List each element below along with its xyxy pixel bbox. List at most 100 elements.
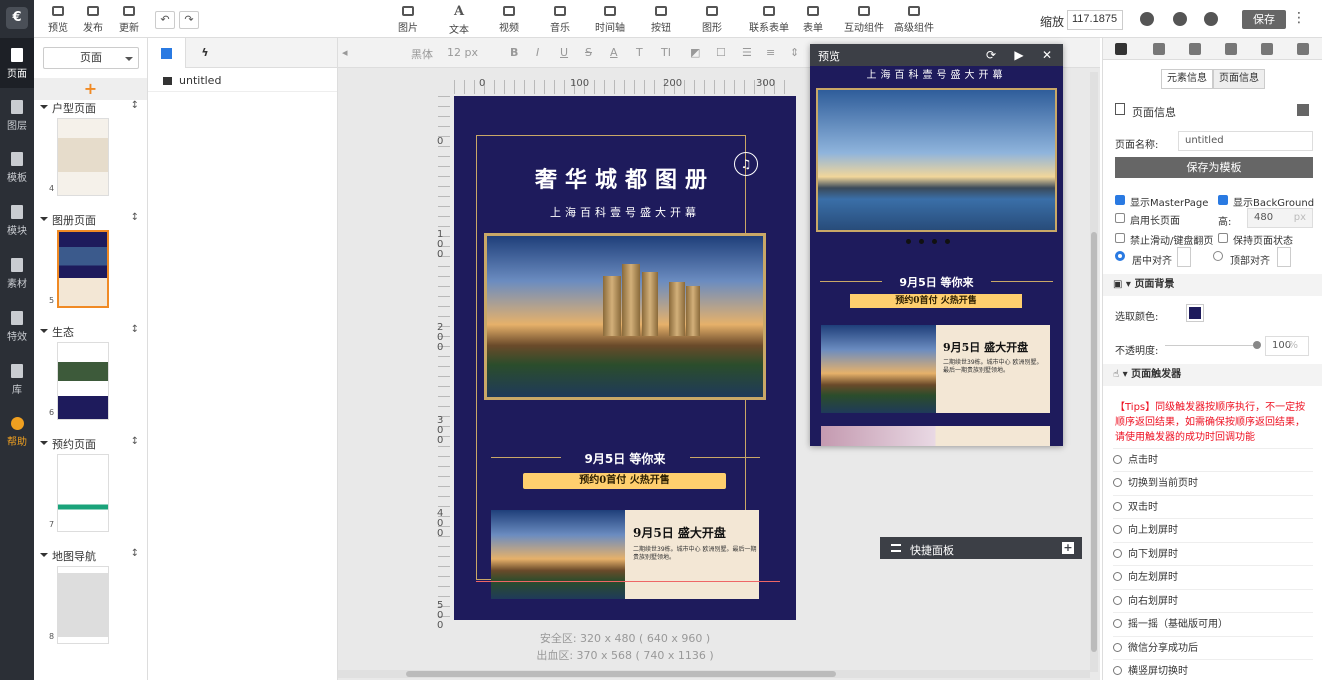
drag-handle-icon[interactable]: ↕: [131, 324, 139, 335]
close-icon[interactable]: ✕: [1041, 49, 1053, 61]
tab-element-info[interactable]: 元素信息: [1161, 69, 1213, 89]
tab-page-info[interactable]: 页面信息: [1213, 69, 1265, 89]
undo-button[interactable]: ↶: [155, 11, 175, 29]
trigger-item[interactable]: 切换到当前页时: [1113, 471, 1313, 494]
save-button[interactable]: 保存: [1242, 10, 1286, 29]
insert-music-button[interactable]: 音乐: [540, 4, 580, 34]
dot[interactable]: [919, 239, 924, 244]
date-heading[interactable]: 9月5日 等你来: [454, 450, 796, 467]
text-size-button[interactable]: TI: [661, 46, 671, 59]
page-type-select[interactable]: 页面: [43, 47, 139, 69]
show-master-checkbox[interactable]: [1115, 195, 1125, 205]
poster-page[interactable]: 奢华城都图册 ♫ 上海百科壹号盛大开幕 9月5日 等你来 预约0首付 火热开售 …: [454, 96, 796, 620]
insert-button-button[interactable]: 按钮: [641, 4, 681, 34]
align-center-icon[interactable]: ≡: [766, 46, 775, 59]
text-transform-button[interactable]: T: [636, 46, 643, 59]
page-thumbnail[interactable]: [57, 454, 109, 532]
paint-icon[interactable]: ◩: [690, 46, 700, 59]
pencil-icon[interactable]: [1153, 43, 1165, 55]
center-align-radio[interactable]: [1115, 251, 1125, 261]
page-name-input[interactable]: untitled: [1178, 131, 1313, 151]
rail-item-assets[interactable]: 素材: [0, 248, 34, 298]
interactive-components-button[interactable]: 互动组件: [840, 4, 888, 34]
publish-button[interactable]: 发布: [73, 4, 113, 34]
city-photo[interactable]: [484, 233, 766, 400]
insert-shape-button[interactable]: 图形: [692, 4, 732, 34]
insert-form-button[interactable]: 表单: [793, 4, 833, 34]
insert-text-button[interactable]: A 文本: [439, 4, 479, 36]
document-icon[interactable]: [1261, 43, 1273, 55]
preview-titlebar[interactable]: 预览 ⟳ ▶ ✕: [810, 44, 1063, 66]
page-background-section[interactable]: ▣ ▾ 页面背景: [1103, 274, 1322, 296]
font-icon[interactable]: [1189, 43, 1201, 55]
page-group-title[interactable]: 预约页面: [40, 436, 96, 452]
gear-icon[interactable]: [1115, 43, 1127, 55]
tab-actions[interactable]: ϟ: [186, 38, 224, 68]
add-page-button[interactable]: +: [34, 78, 147, 100]
height-input[interactable]: 480 px: [1247, 208, 1313, 228]
update-button[interactable]: 更新: [109, 4, 149, 34]
page-group-title[interactable]: 图册页面: [40, 212, 96, 228]
advanced-components-button[interactable]: 高级组件: [890, 4, 938, 34]
trigger-item[interactable]: 向右划屏时: [1113, 589, 1313, 612]
horizontal-scrollbar[interactable]: [338, 670, 1090, 678]
preview-button[interactable]: 预览: [38, 4, 78, 34]
drag-handle-icon[interactable]: ↕: [131, 212, 139, 223]
preview-slider-photo[interactable]: [816, 88, 1057, 232]
rail-item-library[interactable]: 库: [0, 354, 34, 404]
insert-timeline-button[interactable]: 时间轴: [590, 4, 630, 34]
disable-swipe-checkbox[interactable]: [1115, 233, 1125, 243]
italic-button[interactable]: I: [536, 46, 539, 59]
trigger-item[interactable]: 横竖屏切换时: [1113, 659, 1313, 680]
more-vertical-icon[interactable]: ⋮: [1292, 10, 1306, 26]
page-thumbnail-selected[interactable]: [57, 230, 109, 308]
save-as-template-button[interactable]: 保存为模板: [1115, 157, 1313, 178]
page-group-title[interactable]: 地图导航: [40, 548, 96, 564]
show-background-checkbox[interactable]: [1218, 195, 1228, 205]
drag-handle-icon[interactable]: ↕: [131, 548, 139, 559]
trigger-item[interactable]: 微信分享成功后: [1113, 636, 1313, 659]
align-icon[interactable]: ☰: [742, 46, 752, 59]
refresh-icon[interactable]: ⟳: [985, 49, 997, 61]
underline-button[interactable]: U: [560, 46, 568, 59]
trigger-item[interactable]: 点击时: [1113, 448, 1313, 471]
rail-item-layers[interactable]: 图层: [0, 90, 34, 140]
collapse-left-icon[interactable]: ◂: [342, 46, 348, 59]
vertical-scrollbar[interactable]: [1090, 72, 1098, 672]
insert-image-button[interactable]: 图片: [388, 4, 428, 34]
collapse-icon[interactable]: [1297, 104, 1309, 116]
trigger-item[interactable]: 摇一摇（基础版可用）: [1113, 612, 1313, 635]
trigger-item[interactable]: 向左划屏时: [1113, 565, 1313, 588]
rail-item-help[interactable]: 帮助: [0, 407, 34, 457]
redo-button[interactable]: ↷: [179, 11, 199, 29]
keep-state-checkbox[interactable]: [1218, 233, 1228, 243]
long-page-checkbox[interactable]: [1115, 213, 1125, 223]
rail-item-pages[interactable]: 页面: [0, 38, 34, 88]
page-group-title[interactable]: 户型页面: [40, 100, 96, 116]
top-align-radio[interactable]: [1213, 251, 1223, 261]
page-thumbnail[interactable]: [57, 566, 109, 644]
dot[interactable]: [932, 239, 937, 244]
promo-banner[interactable]: 预约0首付 火热开售: [523, 473, 726, 489]
font-family-select[interactable]: 黑体: [411, 46, 433, 62]
slider-dots[interactable]: [906, 234, 966, 244]
insert-contact-form-button[interactable]: 联系表单: [740, 4, 798, 34]
opacity-slider-track[interactable]: [1165, 345, 1257, 346]
preview-window[interactable]: 预览 ⟳ ▶ ✕ 上海百科壹号盛大开幕 9月5日 等你来 预约0首付 火热开售 …: [810, 44, 1063, 446]
dot[interactable]: [906, 239, 911, 244]
music-note-icon[interactable]: ♫: [734, 152, 758, 176]
scroll-thumb[interactable]: [1091, 232, 1097, 652]
opacity-input[interactable]: 100%: [1265, 336, 1309, 356]
zoom-input[interactable]: 117.1875: [1067, 10, 1123, 30]
tab-layers[interactable]: [148, 38, 186, 68]
line-height-icon[interactable]: ⇕: [790, 46, 799, 59]
opening-card[interactable]: 9月5日 盛大开盘 二期续世39栋。城市中心 欧洲别墅。最后一期贵族别墅领地。: [491, 510, 759, 599]
play-icon[interactable]: ▶: [1013, 49, 1025, 61]
send-icon[interactable]: [1225, 43, 1237, 55]
expand-icon[interactable]: +: [1062, 542, 1074, 554]
border-icon[interactable]: ☐: [716, 46, 726, 59]
trigger-item[interactable]: 向上划屏时: [1113, 518, 1313, 541]
help-circle-icon[interactable]: [1204, 12, 1218, 26]
bold-button[interactable]: B: [510, 46, 518, 59]
dot[interactable]: [945, 239, 950, 244]
